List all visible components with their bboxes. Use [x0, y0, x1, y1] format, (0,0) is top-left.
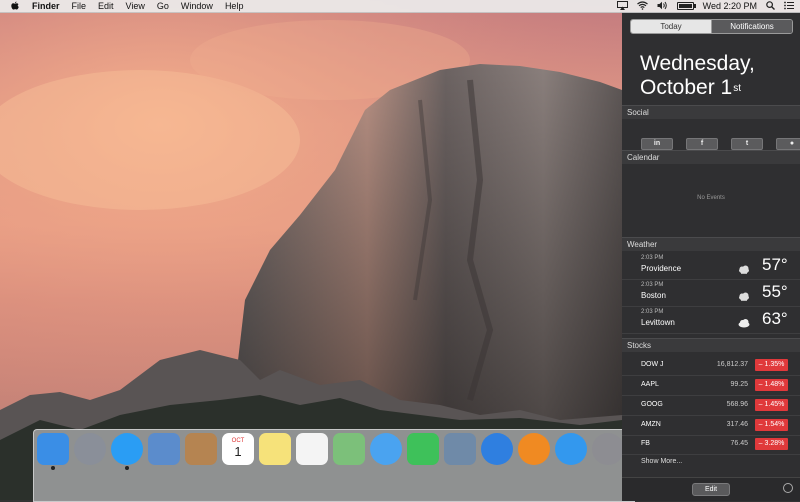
- menu-edit[interactable]: Edit: [98, 1, 114, 11]
- linkedin-icon: in: [653, 140, 661, 147]
- weather-time: 2:03 PM: [641, 282, 664, 288]
- stock-row[interactable]: GOOG 568.96 – 1.45%: [622, 396, 800, 416]
- iphoto-dock-icon[interactable]: [444, 433, 476, 465]
- weather-header: Weather: [622, 237, 800, 251]
- date-weekday: Wednesday,: [640, 52, 755, 75]
- stock-price: 568.96: [726, 401, 748, 408]
- edit-button[interactable]: Edit: [692, 483, 730, 496]
- maps-dock-icon[interactable]: [333, 433, 365, 465]
- twitter-icon: t: [745, 140, 749, 147]
- show-more-link[interactable]: Show More...: [641, 458, 682, 465]
- stock-row[interactable]: FB 76.45 – 3.28%: [622, 435, 800, 455]
- twitter-share-button[interactable]: t: [731, 138, 763, 150]
- apple-menu-icon[interactable]: [8, 1, 22, 12]
- ibooks-dock-icon[interactable]: [518, 433, 550, 465]
- menu-bar: Finder File Edit View Go Window Help Wed…: [0, 0, 800, 13]
- weather-city: Levittown: [641, 318, 675, 327]
- mail-dock-icon[interactable]: [148, 433, 180, 465]
- gear-icon[interactable]: [783, 483, 793, 493]
- stock-change-badge[interactable]: – 1.45%: [755, 399, 788, 411]
- menu-help[interactable]: Help: [225, 1, 244, 11]
- stock-row[interactable]: AMZN 317.46 – 1.54%: [622, 416, 800, 436]
- weather-row[interactable]: 2:03 PM Levittown 63°: [622, 307, 800, 334]
- social-header: Social: [622, 105, 800, 119]
- nc-tab-switcher: Today Notifications: [630, 19, 793, 34]
- airplay-icon[interactable]: [616, 0, 628, 12]
- menu-window[interactable]: Window: [181, 1, 213, 11]
- weather-city: Providence: [641, 264, 682, 273]
- stock-row[interactable]: AAPL 99.25 – 1.48%: [622, 376, 800, 396]
- stocks-header: Stocks: [622, 338, 800, 352]
- stock-change-badge[interactable]: – 1.48%: [755, 379, 788, 391]
- weather-row[interactable]: 2:03 PM Providence 57°: [622, 253, 800, 280]
- stock-change-badge[interactable]: – 1.35%: [755, 359, 788, 371]
- notification-center: Today Notifications Wednesday, October 1…: [622, 12, 800, 501]
- weather-time: 2:03 PM: [641, 255, 664, 261]
- safari-dock-icon[interactable]: [111, 433, 143, 470]
- notification-list-icon[interactable]: [784, 1, 794, 12]
- cloud-sun-icon: [737, 288, 751, 301]
- dock: OCT 1: [33, 429, 661, 502]
- volume-icon[interactable]: [657, 1, 668, 12]
- menu-view[interactable]: View: [126, 1, 145, 11]
- stock-symbol: AAPL: [641, 381, 659, 388]
- menu-app-name[interactable]: Finder: [32, 1, 60, 11]
- weather-temp: 55°: [762, 282, 788, 301]
- dock-icons: OCT 1: [37, 433, 661, 470]
- battery-icon[interactable]: [676, 2, 696, 10]
- menu-go[interactable]: Go: [157, 1, 169, 11]
- stock-change-badge[interactable]: – 1.54%: [755, 419, 788, 431]
- weather-temp: 63°: [762, 309, 788, 328]
- today-date: Wednesday, October 1st: [640, 52, 755, 100]
- contacts-dock-icon[interactable]: [185, 433, 217, 465]
- date-month-day-text: October 1: [640, 76, 733, 99]
- messages-bubble-icon: ●: [789, 140, 795, 147]
- messages-dock-icon[interactable]: [370, 433, 402, 465]
- stock-row[interactable]: DOW J 16,812.37 – 1.35%: [622, 356, 800, 376]
- calendar-header: Calendar: [622, 150, 800, 164]
- facebook-share-button[interactable]: f: [686, 138, 718, 150]
- cloud-icon: [737, 315, 751, 328]
- messages-share-button[interactable]: ●: [776, 138, 800, 150]
- date-ordinal-suffix: st: [733, 83, 741, 94]
- stock-symbol: DOW J: [641, 361, 664, 368]
- stock-price: 317.46: [726, 421, 748, 428]
- stock-symbol: GOOG: [641, 401, 663, 408]
- stock-change-badge[interactable]: – 3.28%: [755, 438, 788, 450]
- weather-time: 2:03 PM: [641, 309, 664, 315]
- stock-symbol: FB: [641, 440, 650, 447]
- running-indicator: [51, 466, 55, 470]
- linkedin-share-button[interactable]: in: [641, 138, 673, 150]
- system-preferences-dock-icon[interactable]: [592, 433, 624, 465]
- itunes-dock-icon[interactable]: [481, 433, 513, 465]
- stock-symbol: AMZN: [641, 421, 661, 428]
- stock-price: 99.25: [730, 381, 748, 388]
- calendar-day: 1: [234, 443, 242, 459]
- stock-price: 16,812.37: [716, 361, 748, 368]
- wifi-icon[interactable]: [636, 0, 648, 12]
- clock[interactable]: Wed 2:20 PM: [703, 0, 757, 12]
- menu-file[interactable]: File: [72, 1, 87, 11]
- weather-temp: 57°: [762, 255, 788, 274]
- spotlight-icon[interactable]: [766, 0, 775, 12]
- cloud-sun-icon: [737, 261, 751, 274]
- notes-dock-icon[interactable]: [259, 433, 291, 465]
- social-buttons: in f t ●: [641, 138, 800, 150]
- reminders-dock-icon[interactable]: [296, 433, 328, 465]
- tab-notifications[interactable]: Notifications: [711, 20, 792, 33]
- nc-footer: Edit: [622, 477, 800, 501]
- weather-city: Boston: [641, 291, 666, 300]
- running-indicator: [125, 466, 129, 470]
- weather-row[interactable]: 2:03 PM Boston 55°: [622, 280, 800, 307]
- app-store-dock-icon[interactable]: [555, 433, 587, 465]
- calendar-empty-text: No Events: [697, 195, 725, 201]
- date-month-day: October 1st: [640, 76, 755, 100]
- facetime-dock-icon[interactable]: [407, 433, 439, 465]
- finder-dock-icon[interactable]: [37, 433, 69, 470]
- launchpad-dock-icon[interactable]: [74, 433, 106, 465]
- calendar-dock-icon[interactable]: OCT 1: [222, 433, 254, 465]
- stock-price: 76.45: [730, 440, 748, 447]
- tab-today[interactable]: Today: [631, 20, 711, 33]
- facebook-icon: f: [700, 140, 704, 147]
